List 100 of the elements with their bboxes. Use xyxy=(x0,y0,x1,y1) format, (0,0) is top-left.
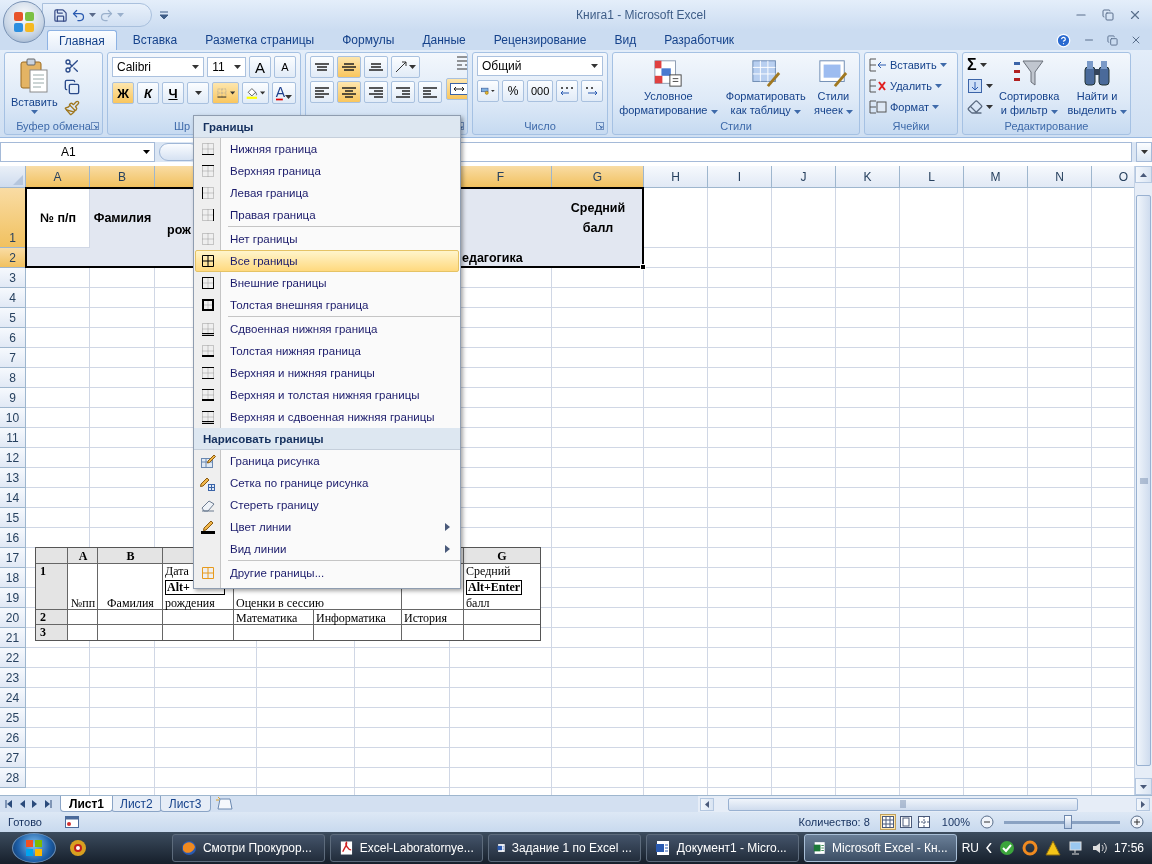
target-icon[interactable] xyxy=(68,839,87,857)
scroll-thumb[interactable] xyxy=(728,797,1078,811)
column-header[interactable]: B xyxy=(90,166,155,188)
currency-button[interactable] xyxy=(477,80,499,102)
menu-item[interactable]: Стереть границу xyxy=(195,494,459,516)
ribbon-tab[interactable]: Вид xyxy=(602,30,649,50)
column-header[interactable]: I xyxy=(708,166,772,188)
find-select-button[interactable]: Найти и выделить xyxy=(1065,56,1129,116)
ribbon-tab[interactable]: Разработчик xyxy=(652,30,747,50)
decrease-indent-button[interactable] xyxy=(391,81,415,103)
delete-cells-button[interactable]: Удалить xyxy=(869,77,947,95)
menu-item[interactable]: Внешние границы xyxy=(195,272,459,294)
italic-button[interactable]: К xyxy=(137,82,159,104)
menu-item[interactable]: Нижняя граница xyxy=(195,138,459,160)
wrap-text-icon[interactable] xyxy=(454,56,467,70)
column-header[interactable]: K xyxy=(836,166,900,188)
table-format-button[interactable]: Форматировать как таблицу xyxy=(723,56,808,116)
warning-icon[interactable] xyxy=(1044,840,1061,856)
ring-icon[interactable] xyxy=(1021,840,1038,856)
zoom-out-icon[interactable] xyxy=(980,815,994,829)
row-header[interactable]: 18 xyxy=(0,568,26,588)
menu-item[interactable]: Цвет линии xyxy=(195,516,459,538)
vertical-align-button[interactable] xyxy=(364,56,388,78)
row-header[interactable]: 25 xyxy=(0,708,26,728)
scroll-left-button[interactable] xyxy=(700,797,714,811)
scroll-up-button[interactable] xyxy=(1135,166,1152,183)
row-header[interactable]: 9 xyxy=(0,388,26,408)
menu-item[interactable]: Толстая нижняя граница xyxy=(195,340,459,362)
sheet-tab[interactable]: Лист3 xyxy=(159,796,211,812)
menu-item[interactable]: Граница рисунка xyxy=(195,450,459,472)
fill-color-button[interactable] xyxy=(241,82,269,104)
row-header[interactable]: 16 xyxy=(0,528,26,548)
column-header[interactable]: L xyxy=(900,166,964,188)
menu-item[interactable]: Сдвоенная нижняя граница xyxy=(195,318,459,340)
close-icon[interactable] xyxy=(1128,8,1142,22)
insert-cells-button[interactable]: Вставить xyxy=(869,56,947,74)
orientation-button[interactable] xyxy=(391,56,420,78)
row-header[interactable]: 27 xyxy=(0,748,26,768)
table-cell[interactable]: Средний балл xyxy=(552,188,644,248)
restore-icon[interactable] xyxy=(1102,9,1114,21)
conditional-format-button[interactable]: Условное форматирование xyxy=(617,56,720,116)
show-hidden-icon[interactable] xyxy=(985,843,992,853)
row-header[interactable]: 17 xyxy=(0,548,26,568)
column-header[interactable]: H xyxy=(644,166,708,188)
menu-item[interactable]: Нет границы xyxy=(195,228,459,250)
zoom-slider-thumb[interactable] xyxy=(1063,814,1072,829)
menu-item[interactable]: Верхняя и толстая нижняя границы xyxy=(195,384,459,406)
increase-decimal-button[interactable] xyxy=(556,80,579,102)
underline-menu-button[interactable] xyxy=(187,82,209,104)
font-color-button[interactable]: A xyxy=(271,82,296,104)
scroll-thumb[interactable] xyxy=(1136,195,1151,766)
menu-item[interactable]: Сетка по границе рисунка xyxy=(195,472,459,494)
scroll-down-button[interactable] xyxy=(1135,778,1152,795)
taskbar-button[interactable]: Microsoft Excel - Кн... xyxy=(803,834,957,862)
ribbon-tab[interactable]: Формулы xyxy=(330,30,407,50)
sheet-tab[interactable]: Лист2 xyxy=(111,796,162,812)
row-header[interactable]: 14 xyxy=(0,488,26,508)
row-header[interactable]: 22 xyxy=(0,648,26,668)
cut-icon[interactable] xyxy=(63,58,80,74)
row-header[interactable]: 26 xyxy=(0,728,26,748)
taskbar-button[interactable]: Excel-Laboratornye... xyxy=(329,834,483,862)
table-cell[interactable]: № п/п xyxy=(26,188,90,248)
undo-icon[interactable] xyxy=(71,7,86,23)
menu-item[interactable]: Верхняя и сдвоенная нижняя границы xyxy=(195,406,459,428)
vertical-align-button[interactable] xyxy=(310,56,334,78)
speaker-icon[interactable] xyxy=(1090,840,1107,856)
taskbar-button[interactable]: Задание 1 по Excel ... xyxy=(487,834,641,862)
taskbar-button[interactable]: Документ1 - Micro... xyxy=(645,834,799,862)
menu-item[interactable]: Толстая внешняя граница xyxy=(195,294,459,316)
decrease-decimal-button[interactable] xyxy=(581,80,604,102)
copy-icon[interactable] xyxy=(63,79,80,95)
row-header[interactable]: 3 xyxy=(0,268,26,288)
zoom-in-icon[interactable] xyxy=(1130,815,1144,829)
menu-item[interactable]: Вид линии xyxy=(195,538,459,560)
row-header[interactable]: 28 xyxy=(0,768,26,788)
start-button[interactable] xyxy=(12,833,56,863)
menu-item[interactable]: Все границы xyxy=(195,250,459,272)
ribbon-tab[interactable]: Рецензирование xyxy=(481,30,599,50)
menu-item[interactable]: Правая граница xyxy=(195,204,459,226)
ribbon-tab[interactable]: Вставка xyxy=(120,30,190,50)
column-header[interactable]: A xyxy=(26,166,90,188)
number-format-field[interactable]: Общий xyxy=(477,56,603,76)
ribbon-tab[interactable]: Главная xyxy=(47,30,117,50)
insert-sheet-icon[interactable] xyxy=(214,796,235,811)
language-indicator[interactable]: RU xyxy=(961,841,979,855)
view-button[interactable] xyxy=(915,814,932,830)
restore-icon[interactable] xyxy=(1107,34,1118,46)
close-icon[interactable] xyxy=(1130,34,1142,46)
borders-button[interactable] xyxy=(212,82,239,104)
shrink-font-button[interactable]: A xyxy=(274,56,296,78)
format-cells-button[interactable]: Формат xyxy=(869,98,947,116)
column-header[interactable]: J xyxy=(772,166,836,188)
fill-handle[interactable] xyxy=(640,264,646,270)
font-size-field[interactable]: 11 xyxy=(207,57,246,77)
underline-button[interactable]: Ч xyxy=(162,82,184,104)
row-header[interactable]: 8 xyxy=(0,368,26,388)
help-icon[interactable] xyxy=(1056,32,1071,48)
row-header[interactable]: 13 xyxy=(0,468,26,488)
taskbar-button[interactable]: Смотри Прокурор... xyxy=(171,834,325,862)
format-painter-icon[interactable] xyxy=(63,100,80,116)
